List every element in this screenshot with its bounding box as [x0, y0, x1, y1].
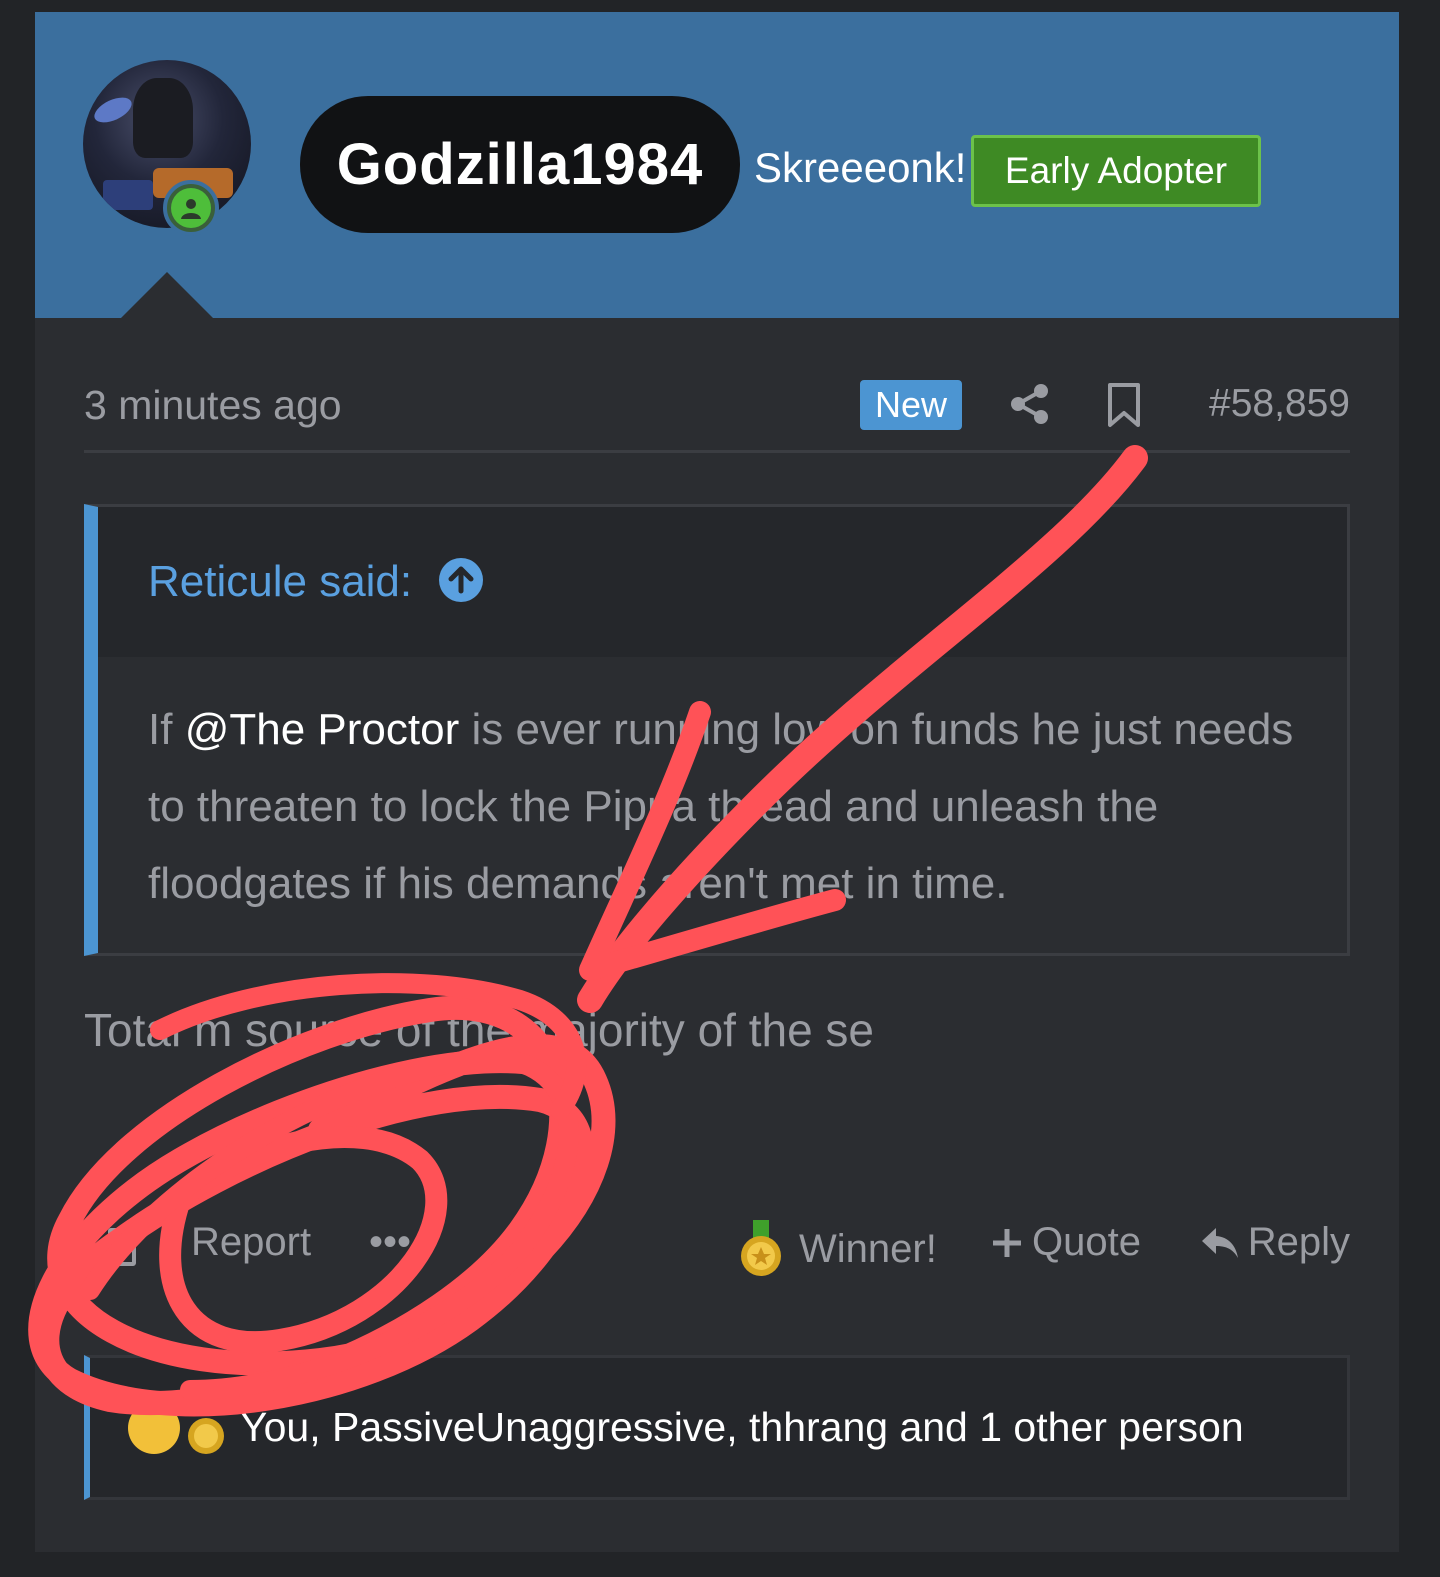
- page-background: Godzilla1984 Skreeeonk! Early Adopter 3 …: [0, 0, 1440, 1577]
- more-options-button[interactable]: •••: [369, 1220, 411, 1265]
- quote-label: Quote: [1032, 1220, 1141, 1264]
- post-number-link[interactable]: #58,859: [1209, 382, 1350, 426]
- plus-icon: [993, 1228, 1021, 1257]
- divider: [84, 450, 1350, 453]
- arrow-up-circle-icon[interactable]: [438, 557, 484, 603]
- username[interactable]: Godzilla1984: [337, 131, 704, 198]
- reactions-bar[interactable]: You, PassiveUnaggressive, thhrang and 1 …: [84, 1355, 1350, 1500]
- reply-label: Reply: [1247, 1220, 1350, 1264]
- header-pointer: [121, 272, 213, 318]
- post-author-header: Godzilla1984 Skreeeonk! Early Adopter: [35, 12, 1399, 318]
- laughing-emoji-icon: [128, 1402, 180, 1454]
- post-meta: 3 minutes ago New #58,859: [84, 372, 1350, 452]
- checkbox-icon[interactable]: [108, 1228, 136, 1266]
- online-status-icon: [163, 180, 219, 236]
- reply-button[interactable]: Reply: [1200, 1220, 1350, 1265]
- quote-header: Reticule said:: [98, 507, 1347, 657]
- winner-reaction-button[interactable]: Winner!: [739, 1220, 937, 1278]
- quote-block: Reticule said: If @The Proctor is ever r…: [84, 504, 1350, 956]
- medal-icon: [741, 1220, 781, 1276]
- bookmark-icon[interactable]: [1106, 382, 1142, 428]
- share-icon[interactable]: [1008, 382, 1052, 426]
- quote-attribution[interactable]: Reticule said:: [148, 557, 412, 607]
- post-body: Total m source of the majority of the se: [84, 1004, 875, 1056]
- forum-post: Godzilla1984 Skreeeonk! Early Adopter 3 …: [35, 12, 1399, 1552]
- winner-label: Winner!: [799, 1226, 937, 1271]
- user-banner: Early Adopter: [971, 135, 1261, 207]
- new-badge: New: [860, 380, 962, 430]
- post-actions: Report ••• Winner! Quote Reply: [84, 1212, 1350, 1282]
- user-title: Skreeeonk!: [754, 144, 967, 191]
- medal-icon: [188, 1398, 224, 1454]
- quote-button[interactable]: Quote: [990, 1220, 1141, 1265]
- reactions-summary[interactable]: You, PassiveUnaggressive, thhrang and 1 …: [240, 1404, 1244, 1451]
- post-timestamp[interactable]: 3 minutes ago: [84, 382, 342, 429]
- quote-text-start: If: [148, 705, 185, 754]
- report-link[interactable]: Report: [191, 1220, 311, 1265]
- reply-arrow-icon: [1201, 1227, 1238, 1258]
- username-link[interactable]: Godzilla1984: [300, 96, 740, 233]
- quote-text: If @The Proctor is ever running low on f…: [148, 691, 1298, 922]
- user-mention[interactable]: @The Proctor: [185, 705, 460, 754]
